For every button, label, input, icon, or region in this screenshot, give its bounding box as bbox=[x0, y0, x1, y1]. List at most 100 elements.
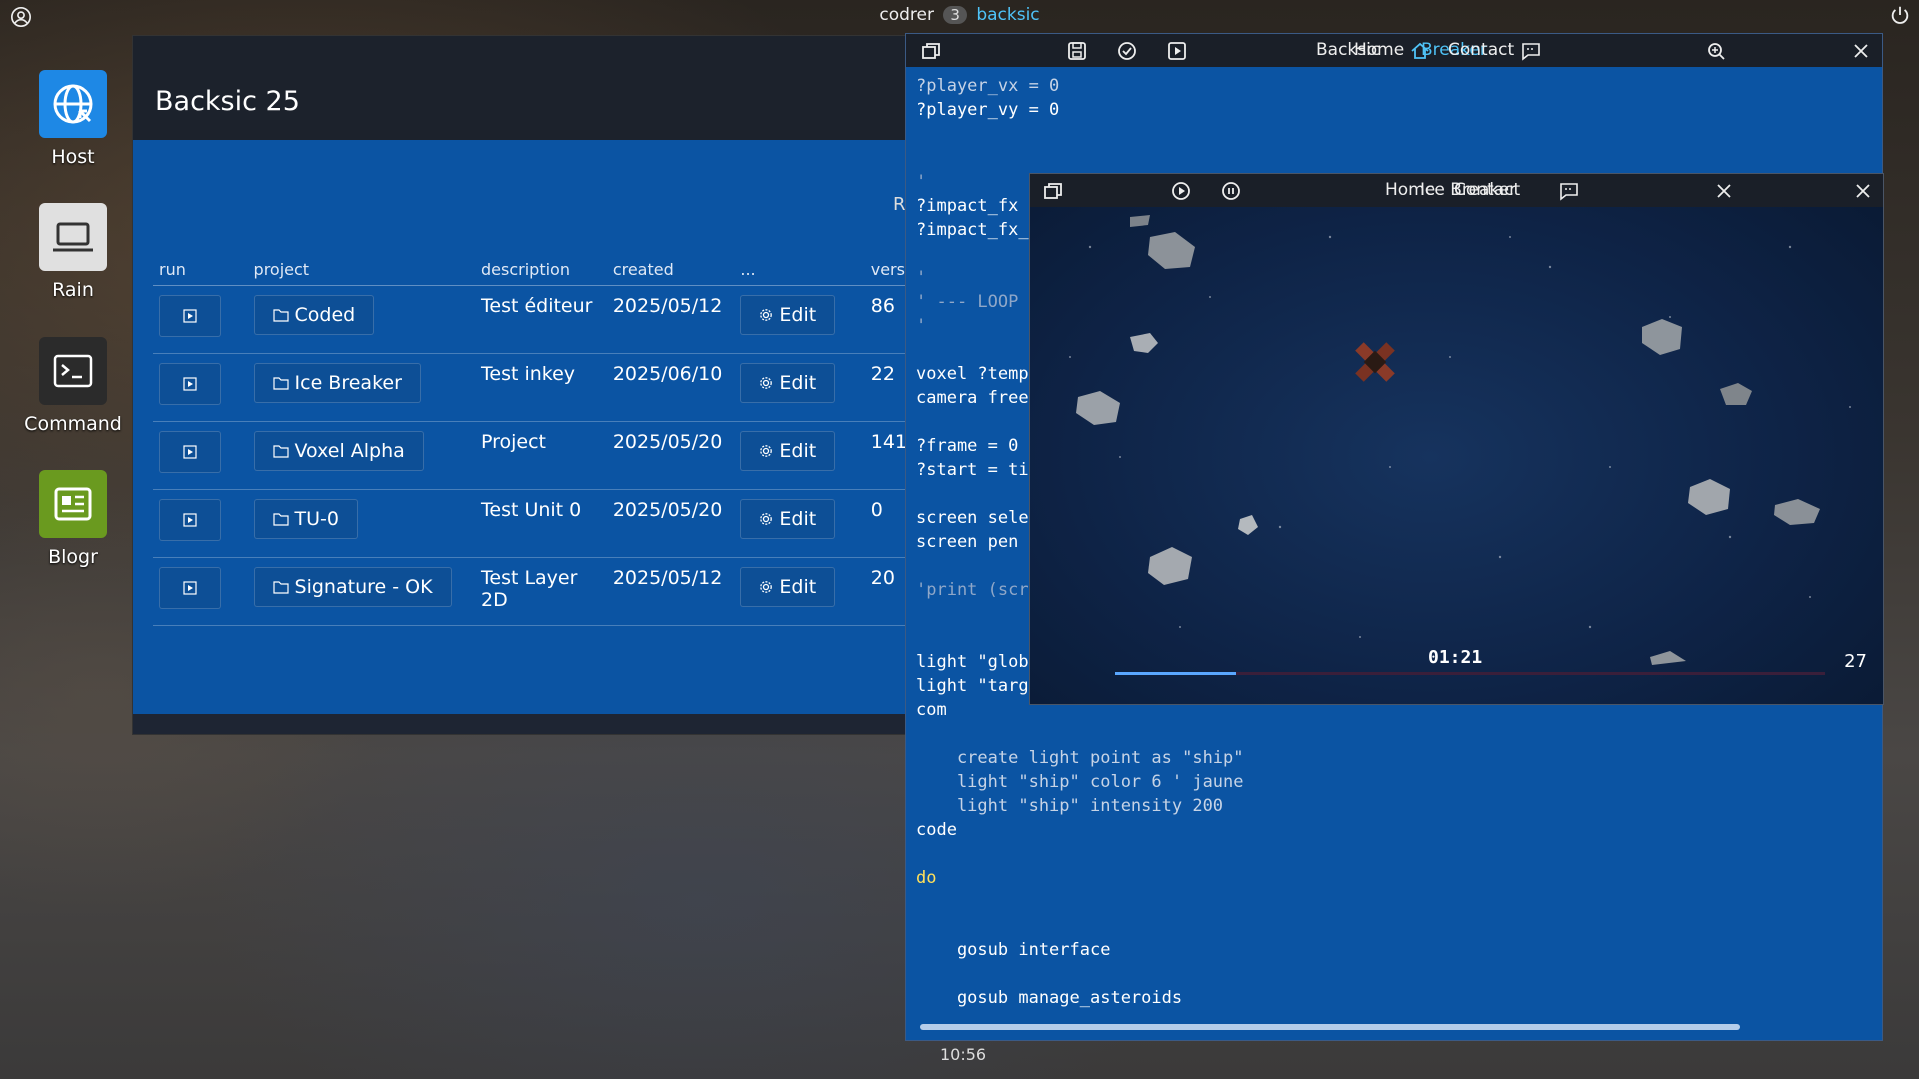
nav-home-link[interactable]: Home bbox=[1354, 40, 1404, 60]
close-icon[interactable] bbox=[1713, 180, 1735, 202]
run-button[interactable] bbox=[159, 362, 221, 405]
project-name: Coded bbox=[294, 303, 356, 326]
edit-button[interactable]: Edit bbox=[740, 566, 836, 607]
desktop-icon-label: Blogr bbox=[48, 546, 98, 568]
game-preview-window: Home Ice Breaker Contact 01:21 27 bbox=[1029, 173, 1884, 705]
play-icon[interactable] bbox=[1170, 180, 1192, 202]
message-icon[interactable] bbox=[1520, 40, 1542, 62]
desktop-icon-label: Command bbox=[24, 413, 122, 435]
active-app-name[interactable]: backsic bbox=[976, 5, 1039, 25]
code-line[interactable] bbox=[916, 962, 1244, 986]
table-row: Ice Breaker Test inkey 2025/06/10 Edit 2… bbox=[153, 353, 911, 422]
run-button[interactable] bbox=[159, 294, 221, 337]
project-created: 2025/06/10 bbox=[606, 353, 735, 422]
table-row: Voxel Alpha Project 2025/05/20 Edit 141 bbox=[153, 421, 911, 490]
asteroid-field bbox=[1076, 215, 1820, 665]
horizontal-scrollbar[interactable] bbox=[920, 1024, 1740, 1030]
gear-icon bbox=[760, 580, 773, 593]
edit-button[interactable]: Edit bbox=[740, 430, 836, 471]
project-name: Voxel Alpha bbox=[294, 439, 405, 462]
open-project-button[interactable]: TU-0 bbox=[253, 498, 358, 539]
desktop-icon-host[interactable]: Host bbox=[20, 70, 126, 168]
check-circle-icon[interactable] bbox=[1116, 40, 1138, 62]
desktop-icon-label: Rain bbox=[52, 279, 94, 301]
code-line[interactable] bbox=[916, 842, 1244, 866]
table-row: Coded Test éditeur 2025/05/12 Edit 86 bbox=[153, 285, 911, 354]
desktop-icon-rain[interactable]: Rain bbox=[20, 203, 126, 301]
open-project-button[interactable]: Voxel Alpha bbox=[253, 430, 424, 471]
header-label-cut: R bbox=[893, 194, 906, 215]
code-line[interactable]: ?player_vx = 0 bbox=[916, 74, 1244, 98]
player-ship bbox=[1355, 342, 1395, 382]
pause-icon[interactable] bbox=[1220, 180, 1242, 202]
nav-contact-link[interactable]: Contact bbox=[1448, 40, 1514, 60]
code-line[interactable]: light "ship" color 6 ' jaune bbox=[916, 770, 1244, 794]
column-header-project[interactable]: project bbox=[247, 255, 475, 286]
top-bar: codrer 3 backsic bbox=[0, 0, 1919, 32]
code-line[interactable]: do bbox=[916, 866, 1244, 890]
taskbar-clock: 10:56 bbox=[940, 1045, 987, 1064]
code-line[interactable]: gosub manage_asteroids bbox=[916, 986, 1244, 1010]
code-line[interactable] bbox=[916, 914, 1244, 938]
edit-button[interactable]: Edit bbox=[740, 498, 836, 539]
run-button[interactable] bbox=[159, 430, 221, 473]
run-cell bbox=[153, 489, 248, 558]
code-line[interactable]: ?player_vy = 0 bbox=[916, 98, 1244, 122]
table-header-row: run project description created ... vers bbox=[153, 255, 911, 286]
code-line[interactable]: light "ship" intensity 200 bbox=[916, 794, 1244, 818]
run-cell bbox=[153, 285, 248, 354]
project-name: Signature - OK bbox=[294, 575, 433, 598]
folder-icon bbox=[272, 512, 289, 526]
window-restore-icon[interactable] bbox=[1042, 180, 1064, 202]
column-header-created[interactable]: created bbox=[606, 255, 735, 286]
code-line[interactable] bbox=[916, 146, 1244, 170]
code-line[interactable]: gosub interface bbox=[916, 938, 1244, 962]
open-project-button[interactable]: Signature - OK bbox=[253, 566, 452, 607]
code-line[interactable]: code bbox=[916, 818, 1244, 842]
edit-cell: Edit bbox=[734, 353, 865, 422]
edit-label: Edit bbox=[779, 439, 817, 462]
workspace-badge[interactable]: 3 bbox=[943, 6, 967, 24]
folder-icon bbox=[272, 444, 289, 458]
project-description: Test inkey bbox=[475, 353, 607, 422]
open-project-button[interactable]: Ice Breaker bbox=[253, 362, 421, 403]
zoom-search-icon[interactable] bbox=[1705, 40, 1727, 62]
power-icon[interactable] bbox=[1889, 4, 1911, 26]
project-created: 2025/05/12 bbox=[606, 557, 735, 626]
projects-window-title: Backsic 25 bbox=[133, 36, 911, 140]
code-line[interactable]: create light point as "ship" bbox=[916, 746, 1244, 770]
project-name: TU-0 bbox=[294, 507, 339, 530]
edit-button[interactable]: Edit bbox=[740, 294, 836, 335]
column-header-run[interactable]: run bbox=[153, 255, 248, 286]
code-line[interactable] bbox=[916, 122, 1244, 146]
run-play-icon[interactable] bbox=[1166, 40, 1188, 62]
close-icon[interactable] bbox=[1850, 40, 1872, 62]
desktop-icon-command[interactable]: Command bbox=[20, 337, 126, 435]
folder-icon bbox=[272, 376, 289, 390]
frame-counter: 27 bbox=[1844, 651, 1867, 672]
play-icon bbox=[183, 512, 197, 527]
code-line[interactable] bbox=[916, 722, 1244, 746]
projects-table: run project description created ... vers… bbox=[153, 255, 911, 626]
column-header-description[interactable]: description bbox=[475, 255, 607, 286]
code-line[interactable] bbox=[916, 890, 1244, 914]
window-restore-icon[interactable] bbox=[920, 40, 942, 62]
edit-label: Edit bbox=[779, 575, 817, 598]
run-button[interactable] bbox=[159, 566, 221, 609]
nav-contact-link[interactable]: Contact bbox=[1454, 180, 1520, 200]
edit-label: Edit bbox=[779, 507, 817, 530]
desktop-icon-label: Host bbox=[51, 146, 95, 168]
save-icon[interactable] bbox=[1066, 40, 1088, 62]
game-progress-fill bbox=[1115, 672, 1236, 675]
desktop-icon-blogr[interactable]: Blogr bbox=[20, 470, 126, 568]
play-icon bbox=[183, 376, 197, 391]
open-project-button[interactable]: Coded bbox=[253, 294, 375, 335]
run-button[interactable] bbox=[159, 498, 221, 541]
run-cell bbox=[153, 421, 248, 490]
folder-icon bbox=[272, 308, 289, 322]
message-icon[interactable] bbox=[1558, 180, 1580, 202]
game-canvas[interactable]: 01:21 27 bbox=[1030, 207, 1883, 704]
edit-button[interactable]: Edit bbox=[740, 362, 836, 403]
edit-cell: Edit bbox=[734, 557, 865, 626]
close-icon[interactable] bbox=[1852, 180, 1874, 202]
